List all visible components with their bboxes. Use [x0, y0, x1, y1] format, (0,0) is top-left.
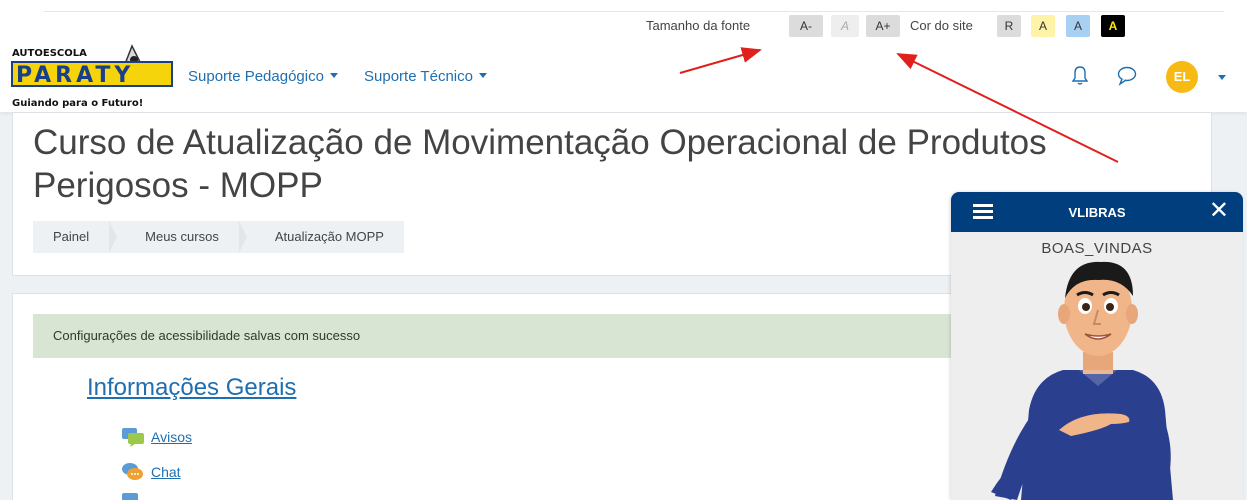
annotation-arrow-font-increase — [896, 53, 1119, 163]
vlibras-current-sign: BOAS_VINDAS — [1041, 240, 1153, 257]
vlibras-avatar — [991, 261, 1173, 500]
close-icon[interactable]: ✕ — [1209, 198, 1229, 224]
annotation-arrow-font-decrease — [679, 47, 762, 74]
vlibras-title: VLIBRAS — [1068, 205, 1126, 220]
vlibras-widget: VLIBRAS ✕ BOAS_VINDAS — [951, 192, 1243, 500]
vlibras-header: VLIBRAS ✕ — [951, 192, 1243, 232]
